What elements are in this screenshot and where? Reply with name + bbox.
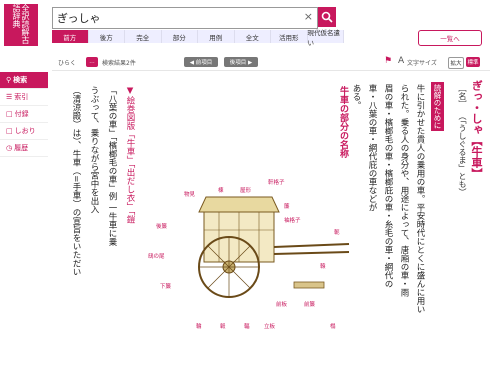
toggle-open-button[interactable]: … bbox=[86, 57, 98, 67]
search-button[interactable] bbox=[318, 7, 336, 27]
definition-line: ある。 bbox=[351, 84, 361, 110]
search-mode-bar: 前方 後方 完全 部分 用例 全文 活用形 現代仮名遣い bbox=[52, 29, 344, 47]
diagram-label: 後簾 bbox=[156, 224, 168, 230]
related-line[interactable]: ▼絵巻図版「牛車」「出だし衣」「鎧 bbox=[124, 86, 136, 224]
mode-prefix[interactable]: 前方 bbox=[52, 30, 89, 43]
diagram-label: 鴟の尾 bbox=[148, 254, 165, 260]
search-input[interactable] bbox=[57, 10, 287, 26]
definition-line: 車・八葉の車・網代庇の車などが bbox=[367, 84, 377, 212]
mode-fulltext[interactable]: 全文 bbox=[234, 30, 271, 43]
entry-toolbar: ひらく … 検索結果2件 ◀ 前項目 後項目 ▶ ⚑ A 文字サイズ 拡大 標準 bbox=[52, 56, 490, 71]
results-count: 検索結果2件 bbox=[102, 60, 136, 67]
part-of-speech: ［名］ bbox=[458, 84, 467, 108]
diagram-label: 輪 bbox=[196, 324, 202, 330]
clock-icon: ◷ bbox=[6, 144, 13, 152]
diagram-label: 軒格子 bbox=[268, 180, 285, 186]
sidebar-item-search[interactable]: ⚲ 検索 bbox=[0, 72, 48, 89]
search-icon bbox=[321, 11, 333, 23]
diagram-label: 屋形 bbox=[240, 188, 252, 194]
sidebar-item-label: しおり bbox=[14, 127, 36, 135]
diagram-title: 牛車の部分の名称 bbox=[338, 86, 348, 158]
diagram-label: 軛 bbox=[334, 230, 340, 236]
top-bar: 全訳読解古語辞典 × 前方 後方 完全 部分 用例 全文 活用形 現代仮名遣い … bbox=[0, 0, 490, 48]
logo-text: 全訳読解古語辞典 bbox=[12, 4, 30, 44]
diagram-label: 榻 bbox=[330, 324, 336, 330]
diagram-label: 前簾 bbox=[304, 302, 316, 308]
related-line: 「八葉の車」「檳榔毛の車」例 一牛車に乗 bbox=[107, 86, 117, 246]
diagram-label: 下簾 bbox=[160, 284, 172, 290]
mode-modern-kana[interactable]: 現代仮名遣い bbox=[307, 29, 344, 47]
more-button[interactable]: 一覧へ bbox=[418, 30, 482, 46]
clear-icon[interactable]: × bbox=[304, 10, 313, 23]
text-size-icon: A bbox=[398, 56, 405, 66]
mode-exact[interactable]: 完全 bbox=[125, 30, 162, 43]
mode-conjugation[interactable]: 活用形 bbox=[271, 30, 308, 43]
reading-note: （「うしぐるま」とも） bbox=[458, 112, 467, 196]
example-line: うぶって、乗りながら宮中を出入 bbox=[89, 86, 99, 214]
reading-guide-badge[interactable]: 読解のために bbox=[431, 82, 444, 131]
zoom-in-button[interactable]: 拡大 bbox=[448, 57, 464, 69]
diagram-label: 轂 bbox=[220, 324, 226, 330]
diagram-label: 前板 bbox=[276, 302, 288, 308]
diagram-label: 輻 bbox=[244, 324, 250, 330]
search-icon: ⚲ bbox=[6, 76, 12, 84]
book-icon: □ bbox=[6, 110, 13, 118]
sidebar-item-index[interactable]: ☰ 索引 bbox=[0, 89, 48, 106]
list-icon: ☰ bbox=[6, 93, 13, 101]
zoom-standard-button[interactable]: 標準 bbox=[466, 57, 480, 67]
definition-line: 牛に引かせた貴人の乗用の車。平安時代にとくに盛んに用い bbox=[415, 84, 425, 314]
definition-line: られた。乗る人の身分や、用途によって、唐廂の車・雨 bbox=[399, 84, 409, 297]
prev-entry-button[interactable]: ◀ 前項目 bbox=[184, 57, 218, 67]
sidebar-item-label: 索引 bbox=[14, 93, 29, 101]
headword: ぎっ・しゃ【牛車】 bbox=[470, 80, 483, 179]
entry-content: ぎっ・しゃ【牛車】 ［名］ （「うしぐるま」とも） 読解のために 牛に引かせた貴… bbox=[52, 72, 490, 371]
app-logo: 全訳読解古語辞典 bbox=[4, 4, 38, 46]
mode-example[interactable]: 用例 bbox=[198, 30, 235, 43]
text-size-label: 文字サイズ bbox=[407, 60, 437, 67]
sidebar-item-label: 履歴 bbox=[14, 144, 29, 152]
diagram-label: 轅 bbox=[320, 264, 326, 270]
diagram-label: 棟 bbox=[218, 188, 224, 194]
bookmark-icon: □ bbox=[6, 127, 13, 135]
ox-cart-diagram: 物見 棟 屋形 軒格子 簾 袖格子 前板 軛 轅 轂 輪 輻 鴟の尾 前簾 榻 … bbox=[144, 172, 354, 357]
open-label: ひらく bbox=[58, 60, 77, 67]
sidebar-item-bookmarks[interactable]: □ しおり bbox=[0, 123, 48, 140]
mode-partial[interactable]: 部分 bbox=[161, 30, 198, 43]
diagram-label: 立板 bbox=[264, 324, 276, 330]
sidebar-item-label: 検索 bbox=[13, 76, 28, 84]
mode-suffix[interactable]: 後方 bbox=[88, 30, 125, 43]
bookmark-icon[interactable]: ⚑ bbox=[384, 56, 392, 66]
next-entry-button[interactable]: 後項目 ▶ bbox=[224, 57, 258, 67]
example-line: （清涼殿）は）、牛車（=手車）の宣旨をいただい bbox=[71, 86, 81, 276]
sidebar-item-label: 付録 bbox=[14, 110, 29, 118]
definition-line: 眉の車・檳榔毛の車・檳榔庇の車・糸毛の車・網代の bbox=[383, 84, 393, 288]
diagram-label: 物見 bbox=[184, 192, 196, 198]
sidebar-item-history[interactable]: ◷ 履歴 bbox=[0, 140, 48, 157]
diagram-label: 袖格子 bbox=[284, 218, 301, 224]
sidebar-item-appendix[interactable]: □ 付録 bbox=[0, 106, 48, 123]
search-box[interactable]: × bbox=[52, 7, 318, 29]
diagram-label: 簾 bbox=[284, 204, 290, 210]
sidebar: ⚲ 検索 ☰ 索引 □ 付録 □ しおり ◷ 履歴 bbox=[0, 72, 48, 157]
